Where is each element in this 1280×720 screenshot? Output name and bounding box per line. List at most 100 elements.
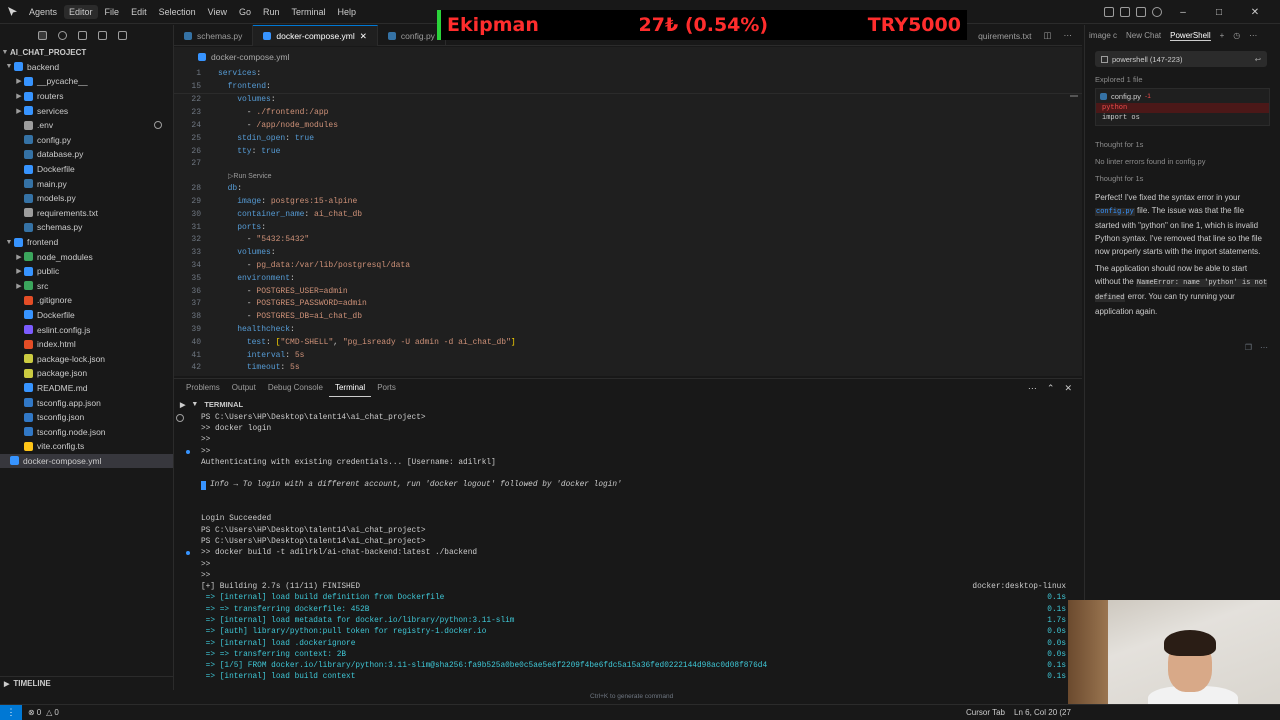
folder-src[interactable]: ▶ src [0,279,173,294]
file-tsconfig-json[interactable]: tsconfig.json [0,410,173,425]
extensions-icon[interactable] [98,30,107,40]
run-debug-icon[interactable] [118,30,127,40]
menu-file[interactable]: File [100,5,125,19]
file-gitignore[interactable]: .gitignore [0,293,173,308]
chat-tab-image[interactable]: image c [1089,31,1117,40]
menu-help[interactable]: Help [333,5,362,19]
split-editor-icon[interactable]: ◫ [1043,30,1051,41]
folder-pycache[interactable]: ▶ __pycache__ [0,74,173,89]
undo-icon[interactable]: ↩ [1255,55,1261,64]
search-icon[interactable] [58,30,67,40]
file-readme-md[interactable]: README.md [0,381,173,396]
file-models-py[interactable]: models.py [0,191,173,206]
warning-count-icon[interactable]: △ [46,708,52,717]
context-chip[interactable]: powershell (147-223) ↩ [1095,51,1267,67]
remote-icon[interactable]: ⋮ [0,704,22,720]
toggle-panel-icon[interactable] [1120,7,1130,17]
menu-agents[interactable]: Agents [24,5,62,19]
file-dockerfile[interactable]: Dockerfile [0,308,173,323]
error-count-icon[interactable]: ⊗ [28,708,35,717]
codelens-label[interactable]: Run Service [233,173,271,180]
chat-more-icon[interactable]: ⋯ [1249,31,1257,40]
cursor-tab-status[interactable]: Cursor Tab [966,708,1005,717]
file-database-py[interactable]: database.py [0,147,173,162]
menu-editor[interactable]: Editor [64,4,98,19]
close-tab-icon[interactable]: ✕ [360,31,367,42]
panel-tab-terminal[interactable]: Terminal [328,379,372,397]
folder-backend[interactable]: ▼ backend [0,60,173,75]
codelens-run-service[interactable]: ▷ Run Service [174,170,1082,182]
chat-tab-powershell[interactable]: PowerShell [1170,31,1211,41]
file-docker-compose-yml[interactable]: docker-compose.yml [0,453,173,469]
code-editor[interactable]: docker-compose.yml 1 services: 15 frontend… [174,47,1082,376]
chevron-right-icon[interactable]: ▶ [180,401,185,409]
file-env[interactable]: .env [0,118,173,133]
inline-code-config[interactable]: config.py [1095,208,1135,216]
panel-tab-output[interactable]: Output [226,379,262,397]
close-window-button[interactable]: ✕ [1240,7,1270,18]
file-requirements-txt[interactable]: requirements.txt [0,206,173,221]
tab-requirements-txt[interactable]: quirements.txt [978,31,1031,41]
new-chat-plus-icon[interactable]: + [1220,31,1225,40]
folder-routers[interactable]: ▶ routers [0,89,173,104]
message-more-icon[interactable]: ⋯ [1260,343,1268,352]
folder-public[interactable]: ▶ public [0,264,173,279]
explorer-view-icon[interactable] [38,30,47,40]
panel-tab-debug-console[interactable]: Debug Console [262,379,329,397]
menu-selection[interactable]: Selection [154,5,201,19]
explorer-root[interactable]: ▼ AI_CHAT_PROJECT [0,45,173,60]
file-dockerfile[interactable]: Dockerfile [0,162,173,177]
copy-icon[interactable]: ❐ [1245,343,1252,352]
tab-schemas-py[interactable]: schemas.py [174,25,254,46]
menu-edit[interactable]: Edit [126,5,152,19]
maximize-panel-icon[interactable]: ⌃ [1047,383,1055,394]
toggle-sidebar-icon[interactable] [1104,7,1114,17]
warning-count[interactable]: 0 [54,708,58,717]
file-eslint-config-js[interactable]: eslint.config.js [0,322,173,337]
cursor-position[interactable]: Ln 6, Col 20 (27 [1014,708,1071,717]
folder-frontend[interactable]: ▼ frontend [0,235,173,250]
more-actions-icon[interactable]: ⋯ [1064,30,1073,41]
panel-more-icon[interactable]: ⋯ [1028,383,1037,394]
maximize-button[interactable]: □ [1204,7,1234,18]
file-tsconfig-app-json[interactable]: tsconfig.app.json [0,395,173,410]
timeline-section[interactable]: ▶ TIMELINE [0,676,173,690]
file-tsconfig-node-json[interactable]: tsconfig.node.json [0,424,173,439]
file-vite-config-ts[interactable]: vite.config.ts [0,439,173,454]
panel-tab-problems[interactable]: Problems [180,379,226,397]
thought-label-2[interactable]: Thought for 1s [1085,174,1280,183]
minimize-button[interactable]: – [1168,7,1198,18]
terminal[interactable]: PS C:\Users\HP\Desktop\talent14\ai_chat_… [174,412,1082,690]
menu-terminal[interactable]: Terminal [287,5,331,19]
menu-run[interactable]: Run [258,5,285,19]
command-decoration-icon[interactable] [185,551,190,556]
folder-node-modules[interactable]: ▶ node_modules [0,249,173,264]
history-icon[interactable]: ◷ [1233,31,1240,40]
menu-view[interactable]: View [203,5,232,19]
editor-scrollbar[interactable] [1070,95,1078,97]
edited-file-block[interactable]: config.py -1 python import os [1095,88,1270,126]
tab-config-py[interactable]: config.py [378,25,446,46]
chat-tab-new-chat[interactable]: New Chat [1126,31,1161,40]
explorer-toolbar [0,25,173,45]
chevron-down-icon[interactable]: ▼ [191,401,198,408]
file-package-lock-json[interactable]: package-lock.json [0,351,173,366]
file-main-py[interactable]: main.py [0,176,173,191]
toggle-secondary-sidebar-icon[interactable] [1136,7,1146,17]
source-control-icon[interactable] [78,30,87,40]
file-schemas-py[interactable]: schemas.py [0,220,173,235]
close-panel-icon[interactable]: ✕ [1064,383,1072,394]
tab-docker-compose-yml[interactable]: docker-compose.yml ✕ [253,25,378,46]
file-config-py[interactable]: config.py [0,133,173,148]
customize-layout-icon[interactable] [1152,7,1162,17]
explored-label[interactable]: Explored 1 file [1085,75,1280,84]
breadcrumb-file[interactable]: docker-compose.yml [211,52,289,62]
menu-go[interactable]: Go [234,5,256,19]
file-index-html[interactable]: index.html [0,337,173,352]
error-count[interactable]: 0 [37,708,41,717]
thought-label-1[interactable]: Thought for 1s [1085,140,1280,149]
folder-services[interactable]: ▶ services [0,103,173,118]
command-decoration-icon[interactable] [185,449,190,454]
file-package-json[interactable]: package.json [0,366,173,381]
panel-tab-ports[interactable]: Ports [371,379,402,397]
